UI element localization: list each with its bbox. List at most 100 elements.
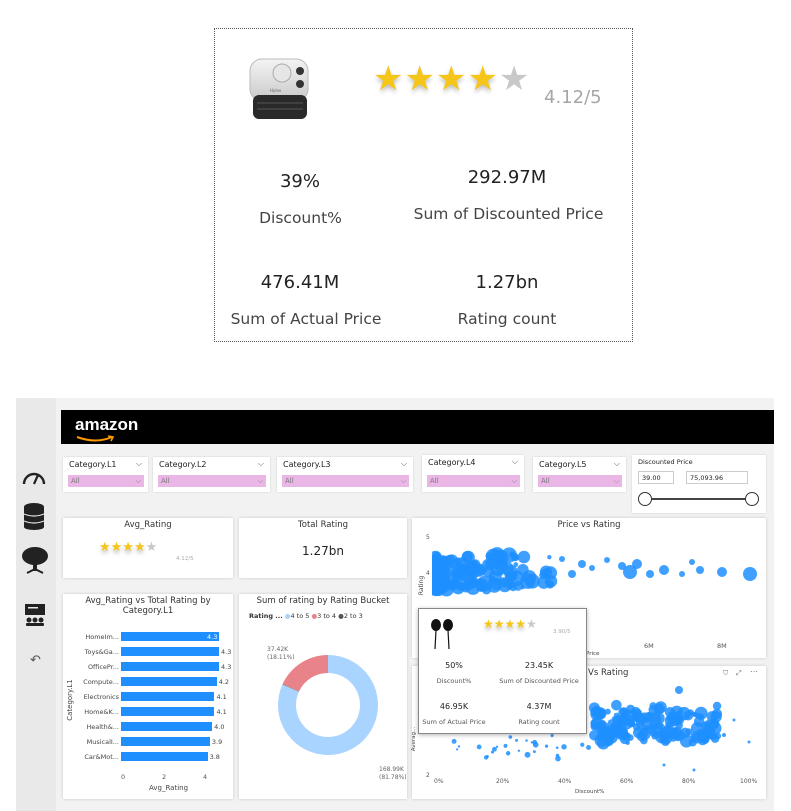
- scatter2-point[interactable]: [713, 702, 721, 710]
- scatter2-point[interactable]: [586, 745, 591, 750]
- scatter2-point[interactable]: [659, 729, 668, 738]
- scatter1-point[interactable]: [504, 579, 514, 589]
- scatter1-point[interactable]: [522, 570, 536, 584]
- scatter2-point[interactable]: [605, 709, 611, 715]
- scatter2-point[interactable]: [555, 756, 561, 762]
- scatter2-point[interactable]: [722, 733, 726, 737]
- bar[interactable]: [121, 647, 219, 656]
- scatter1-point[interactable]: [498, 552, 507, 561]
- scatter2-point[interactable]: [525, 739, 528, 742]
- scatter2-point[interactable]: [624, 710, 635, 721]
- slicer-category-l3[interactable]: Category.L3 ⌵ All ⌵: [277, 457, 413, 492]
- scatter1-point[interactable]: [578, 560, 586, 568]
- scatter1-point[interactable]: [434, 580, 438, 584]
- scatter2-point[interactable]: [675, 686, 683, 694]
- bar[interactable]: [121, 632, 219, 641]
- scatter2-point[interactable]: [458, 745, 460, 747]
- scatter2-point[interactable]: [612, 716, 618, 722]
- scatter1-point[interactable]: [513, 581, 523, 591]
- scatter1-point[interactable]: [487, 558, 498, 569]
- scatter1-point[interactable]: [589, 565, 595, 571]
- scatter2-point[interactable]: [692, 712, 696, 716]
- slicer-category-l4[interactable]: Category.L4 ⌵ All ⌵: [422, 455, 524, 492]
- slicer-category-l1[interactable]: Category.L1 ⌵ All ⌵: [63, 457, 148, 492]
- price-min-input[interactable]: 39.00: [638, 471, 674, 484]
- scatter2-point[interactable]: [531, 741, 533, 743]
- scatter1-point[interactable]: [696, 566, 704, 574]
- bar[interactable]: [121, 692, 214, 701]
- slicer-dropdown[interactable]: All ⌵: [427, 475, 520, 487]
- scatter2-point[interactable]: [592, 706, 602, 716]
- scatter2-point[interactable]: [456, 748, 458, 750]
- scatter2-point[interactable]: [504, 744, 508, 748]
- scatter2-point[interactable]: [525, 752, 531, 758]
- slicer-dropdown[interactable]: All ⌵: [282, 475, 409, 487]
- more-options-icon[interactable]: ⋯: [750, 667, 758, 676]
- scatter1-point[interactable]: [743, 567, 757, 581]
- chevron-down-icon[interactable]: ⌵: [258, 459, 264, 469]
- scatter2-point[interactable]: [607, 733, 617, 743]
- scatter1-point[interactable]: [540, 569, 549, 578]
- scatter1-point[interactable]: [659, 565, 669, 575]
- undo-icon[interactable]: ↶: [30, 653, 41, 668]
- scatter2-point[interactable]: [591, 719, 598, 726]
- scatter1-point[interactable]: [646, 570, 654, 578]
- scatter1-point[interactable]: [451, 566, 464, 579]
- scatter2-point[interactable]: [518, 750, 520, 752]
- scatter2-point[interactable]: [733, 719, 736, 722]
- scatter2-point[interactable]: [668, 712, 673, 717]
- scatter2-point[interactable]: [710, 711, 721, 722]
- scatter1-point[interactable]: [604, 557, 610, 563]
- scatter2-point[interactable]: [693, 769, 696, 772]
- scatter2-point[interactable]: [694, 716, 705, 727]
- scatter1-point[interactable]: [623, 565, 637, 579]
- scatter1-point[interactable]: [689, 559, 695, 565]
- scatter2-point[interactable]: [580, 743, 584, 747]
- scatter1-point[interactable]: [717, 567, 727, 577]
- scatter1-point[interactable]: [477, 583, 486, 592]
- price-min-handle[interactable]: [638, 492, 652, 506]
- bar[interactable]: [121, 722, 212, 731]
- speedometer-icon[interactable]: [21, 466, 47, 486]
- chevron-down-icon[interactable]: ⌵: [401, 459, 407, 469]
- scatter2-point[interactable]: [486, 755, 489, 758]
- price-max-input[interactable]: 75,093.96: [686, 471, 748, 484]
- scatter2-point[interactable]: [556, 746, 559, 749]
- scatter2-point[interactable]: [491, 751, 494, 754]
- scatter1-point[interactable]: [568, 570, 576, 578]
- scatter2-point[interactable]: [477, 744, 482, 749]
- bar[interactable]: [121, 677, 217, 686]
- scatter2-point[interactable]: [663, 764, 666, 767]
- slicer-dropdown[interactable]: All ⌵: [538, 475, 622, 487]
- scatter1-point[interactable]: [452, 581, 465, 594]
- scatter2-point[interactable]: [622, 732, 630, 740]
- slicer-category-l5[interactable]: Category.L5 ⌵ All ⌵: [533, 457, 626, 492]
- scatter1-point[interactable]: [501, 562, 514, 575]
- focus-mode-icon[interactable]: ⤢: [736, 669, 742, 678]
- slicer-category-l2[interactable]: Category.L2 ⌵ All ⌵: [153, 457, 270, 492]
- scatter1-point[interactable]: [511, 553, 519, 561]
- scatter2-point[interactable]: [551, 734, 554, 737]
- bar[interactable]: [121, 737, 210, 746]
- scatter1-point[interactable]: [518, 551, 531, 564]
- filter-icon[interactable]: ⛉: [723, 669, 728, 678]
- tree-icon[interactable]: [21, 545, 49, 575]
- presentation-icon[interactable]: [24, 603, 46, 627]
- price-max-handle[interactable]: [745, 492, 759, 506]
- scatter2-point[interactable]: [611, 700, 622, 711]
- scatter2-point[interactable]: [638, 719, 644, 725]
- scatter2-point[interactable]: [589, 730, 600, 741]
- scatter2-point[interactable]: [452, 739, 457, 744]
- scatter1-point[interactable]: [435, 558, 442, 565]
- scatter2-point[interactable]: [533, 750, 536, 753]
- scatter1-point[interactable]: [559, 556, 565, 562]
- scatter1-point[interactable]: [432, 566, 438, 572]
- scatter2-point[interactable]: [748, 741, 751, 744]
- scatter2-point[interactable]: [637, 731, 648, 742]
- chevron-down-icon[interactable]: ⌵: [512, 457, 518, 467]
- slicer-discounted-price[interactable]: Discounted Price 39.00 75,093.96: [632, 455, 766, 513]
- bar[interactable]: [121, 662, 219, 671]
- bar[interactable]: [121, 707, 214, 716]
- scatter2-point[interactable]: [650, 724, 657, 731]
- scatter1-point[interactable]: [547, 555, 551, 559]
